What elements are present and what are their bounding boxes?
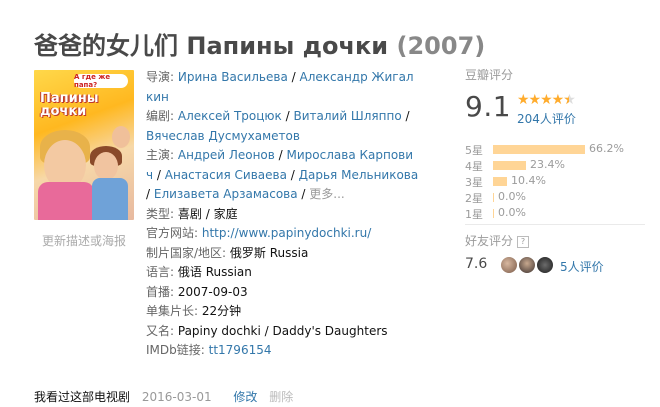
cast-row: 主演: Андрей Леонов / Мирослава Карпови [146,148,414,162]
rating-dist-label: 3星 [465,176,483,189]
country-label: 制片国家/地区: [146,245,227,260]
rating-dist-bar [493,209,494,218]
rating-dist-value: 10.4% [511,174,546,187]
cast-link[interactable]: Андрей Леонов [178,148,275,162]
rating-people-link[interactable]: 204人评价 [517,110,576,127]
rating-dist-row: 2星 0.0% [465,190,645,206]
rating-dist-bar [493,161,526,170]
avatar[interactable] [518,256,536,274]
rating-dist-bar [493,177,507,186]
aka-label: 又名: [146,323,175,338]
cast-link[interactable]: Анастасия Сиваева [165,168,287,182]
genre-value: 喜剧 [177,206,202,221]
rating-score: 9.1 [465,90,512,123]
poster-title: Папины дочки [40,91,99,119]
runtime-label: 单集片长: [146,304,199,318]
cast-link[interactable]: Елизавета Арзамасова [154,187,298,201]
rating-label: 豆瓣评分 [465,68,514,82]
imdb-label: IMDb链接: [146,343,205,357]
language-label: 语言: [146,265,175,279]
rating-distribution: 5星 66.2% 4星 23.4% 3星 10.4% 2星 0.0% 1星 0.0% [465,142,645,222]
rating-dist-bar [493,193,494,202]
rating-dist-bar [493,145,585,154]
rating-dist-label: 4星 [465,160,483,173]
cast-label: 主演: [146,148,175,162]
genre-value: 家庭 [213,206,238,221]
website-label: 官方网站: [146,226,199,240]
friend-people-link[interactable]: 5人评价 [560,258,604,275]
cast-link[interactable]: ч [146,168,153,182]
rating-dist-label: 5星 [465,144,483,157]
rating-dist-label: 2星 [465,192,483,205]
imdb-row: IMDb链接: tt1796154 [146,341,396,361]
rating-dist-row: 4星 23.4% [465,158,645,174]
watched-date: 2016-03-01 [141,390,212,404]
writer-link[interactable]: Алексей Троцюк [178,109,282,123]
imdb-link[interactable]: tt1796154 [209,343,272,357]
edit-link[interactable]: 修改 [233,390,257,404]
language-row: 语言: 俄语 Russian [146,263,396,283]
runtime-value: 22分钟 [201,304,242,318]
watched-status: 我看过这部电视剧 [34,390,131,404]
info-panel: 导演: Ирина Васильева / Александр Жигал ки… [146,68,418,361]
writer-link[interactable]: Вячеслав Дусмухаметов [146,129,300,143]
premiere-row: 首播: 2007-09-03 [146,283,396,303]
director-link[interactable]: Ирина Васильева [178,70,288,84]
director-row: 导演: Ирина Васильева / Александр Жигал [146,70,414,84]
writer-label: 编剧: [146,109,175,123]
rating-dist-value: 0.0% [498,190,526,203]
more-cast-link[interactable]: 更多... [309,187,344,201]
premiere-value: 2007-09-03 [177,284,248,299]
delete-link[interactable]: 删除 [269,390,293,404]
star-rating-icon: ★★★★★★ [517,92,576,108]
friend-rating-label: 好友评分? [465,232,530,249]
language-value: 俄语 Russian [177,265,252,279]
country-value: 俄罗斯 Russia [229,245,309,260]
rating-dist-value: 23.4% [530,158,565,171]
aka-value: Papiny dochki / Daddy's Daughters [177,323,388,338]
title-year: (2007) [396,32,486,60]
writer-row: 编剧: Алексей Троцюк / Виталий Шляппо / [146,109,410,123]
poster-image[interactable]: А где же папа? Папины дочки [34,70,134,220]
friend-rating-score: 7.6 [465,256,488,272]
cast-link[interactable]: Дарья Мельникова [299,168,419,182]
avatar[interactable] [500,256,518,274]
writer-link[interactable]: Виталий Шляппо [293,109,401,123]
help-icon[interactable]: ? [517,235,530,248]
update-description-link[interactable]: 更新描述或海报 [42,232,126,249]
country-row: 制片国家/地区: 俄罗斯 Russia [146,244,396,264]
title-main: 爸爸的女儿们 Папины дочки [34,32,389,60]
rating-dist-row: 1星 0.0% [465,206,645,222]
runtime-row: 单集片长: 22分钟 [146,302,396,322]
rating-dist-value: 0.0% [498,206,526,219]
rating-dist-row: 5星 66.2% [465,142,645,158]
rating-dist-value: 66.2% [589,142,624,155]
genre-row: 类型: 喜剧 / 家庭 [146,206,238,221]
collection-status-bar: 我看过这部电视剧 2016-03-01 修改 删除 [34,388,293,405]
director-link[interactable]: Александр Жигал [300,70,414,84]
aka-row: 又名: Papiny dochki / Daddy's Daughters [146,322,396,342]
avatar[interactable] [536,256,554,274]
rating-panel: 豆瓣评分 9.1 ★★★★★★ 204人评价 5星 66.2% 4星 23.4% 3星 1… [465,66,645,221]
rating-dist-row: 3星 10.4% [465,174,645,190]
rating-dist-label: 1星 [465,208,483,221]
premiere-label: 首播: [146,284,175,299]
website-link[interactable]: http://www.papinydochki.ru/ [202,226,371,240]
director-label: 导演: [146,70,175,84]
page-title: 爸爸的女儿们 Папины дочки (2007) [34,26,485,61]
website-row: 官方网站: http://www.papinydochki.ru/ [146,224,396,244]
poster-bubble: А где же папа? [74,73,128,89]
director-link-cont[interactable]: кин [146,90,169,104]
divider [465,224,645,225]
cast-link[interactable]: Мирослава Карпови [287,148,414,162]
genre-label: 类型: [146,206,175,221]
